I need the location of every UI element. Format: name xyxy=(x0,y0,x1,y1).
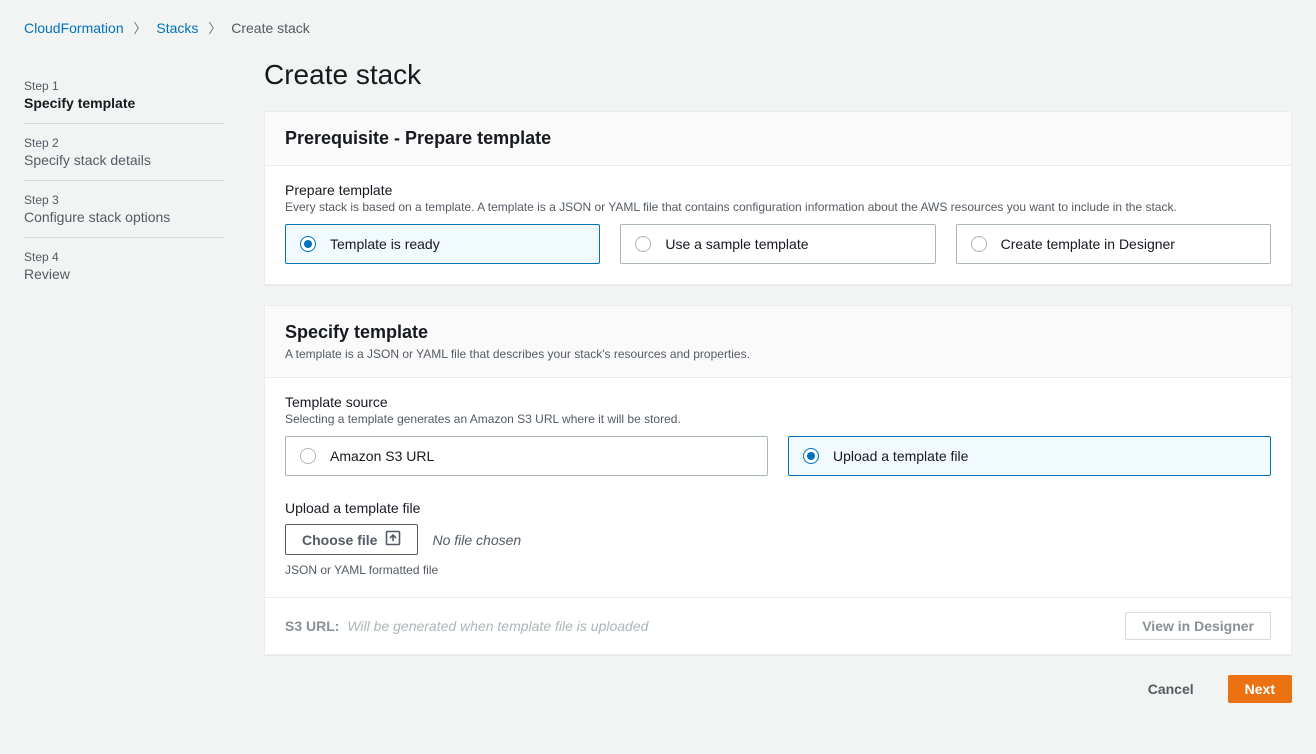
radio-label: Upload a template file xyxy=(833,448,968,464)
step-title: Review xyxy=(24,266,224,282)
step-title: Specify stack details xyxy=(24,152,224,168)
s3-url-line: S3 URL: Will be generated when template … xyxy=(285,618,648,634)
breadcrumb-current: Create stack xyxy=(231,20,310,36)
step-number: Step 1 xyxy=(24,79,224,93)
s3-url-value: Will be generated when template file is … xyxy=(347,618,648,634)
wizard-step-3[interactable]: Step 3 Configure stack options xyxy=(24,181,224,238)
panel-specify-template: Specify template A template is a JSON or… xyxy=(264,305,1292,655)
radio-label: Create template in Designer xyxy=(1001,236,1175,252)
breadcrumb-link-stacks[interactable]: Stacks xyxy=(156,20,198,36)
step-title: Configure stack options xyxy=(24,209,224,225)
field-label-prepare-template: Prepare template xyxy=(285,182,1271,198)
radio-icon xyxy=(635,236,651,252)
panel-heading: Prerequisite - Prepare template xyxy=(285,128,1271,149)
step-number: Step 2 xyxy=(24,136,224,150)
radio-label: Amazon S3 URL xyxy=(330,448,434,464)
view-in-designer-button[interactable]: View in Designer xyxy=(1125,612,1271,640)
step-number: Step 3 xyxy=(24,193,224,207)
field-help: Every stack is based on a template. A te… xyxy=(285,200,1271,214)
panel-subheading: A template is a JSON or YAML file that d… xyxy=(285,347,1271,361)
page-actions: Cancel Next xyxy=(264,675,1292,703)
wizard-step-4[interactable]: Step 4 Review xyxy=(24,238,224,294)
radio-amazon-s3-url[interactable]: Amazon S3 URL xyxy=(285,436,768,476)
format-note: JSON or YAML formatted file xyxy=(285,563,1271,577)
breadcrumb: CloudFormation 〉 Stacks 〉 Create stack xyxy=(0,0,1316,45)
panel-heading: Specify template xyxy=(285,322,1271,343)
wizard-step-1[interactable]: Step 1 Specify template xyxy=(24,67,224,124)
button-label: Choose file xyxy=(302,532,377,548)
cancel-button[interactable]: Cancel xyxy=(1132,676,1210,702)
breadcrumb-link-cloudformation[interactable]: CloudFormation xyxy=(24,20,124,36)
radio-create-in-designer[interactable]: Create template in Designer xyxy=(956,224,1271,264)
wizard-steps: Step 1 Specify template Step 2 Specify s… xyxy=(24,45,224,703)
radio-sample-template[interactable]: Use a sample template xyxy=(620,224,935,264)
radio-icon xyxy=(300,236,316,252)
step-number: Step 4 xyxy=(24,250,224,264)
field-label-template-source: Template source xyxy=(285,394,1271,410)
radio-upload-template-file[interactable]: Upload a template file xyxy=(788,436,1271,476)
radio-icon xyxy=(300,448,316,464)
panel-prerequisite: Prerequisite - Prepare template Prepare … xyxy=(264,111,1292,285)
radio-icon xyxy=(971,236,987,252)
no-file-chosen-text: No file chosen xyxy=(432,532,521,548)
radio-label: Use a sample template xyxy=(665,236,808,252)
chevron-right-icon: 〉 xyxy=(134,21,147,36)
field-label-upload-file: Upload a template file xyxy=(285,500,1271,516)
choose-file-button[interactable]: Choose file xyxy=(285,524,418,555)
radio-label: Template is ready xyxy=(330,236,440,252)
upload-icon xyxy=(385,530,401,549)
field-help: Selecting a template generates an Amazon… xyxy=(285,412,1271,426)
s3-url-label: S3 URL: xyxy=(285,618,339,634)
radio-icon xyxy=(803,448,819,464)
step-title: Specify template xyxy=(24,95,224,111)
wizard-step-2[interactable]: Step 2 Specify stack details xyxy=(24,124,224,181)
page-title: Create stack xyxy=(264,59,1292,91)
next-button[interactable]: Next xyxy=(1228,675,1292,703)
chevron-right-icon: 〉 xyxy=(208,21,221,36)
radio-template-ready[interactable]: Template is ready xyxy=(285,224,600,264)
